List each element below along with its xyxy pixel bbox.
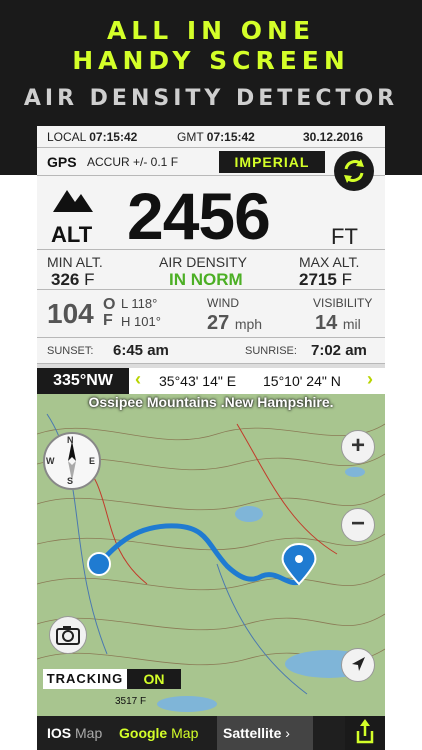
topo-map[interactable]: Ossipee Mountains .New Hampshire. N E S W +… (37, 394, 385, 716)
tab-satellite-label: Sattellite (223, 725, 282, 741)
compass-letter: W (46, 456, 55, 466)
camera-icon (56, 626, 80, 645)
latitude-display: 35°43' 14" E (159, 373, 237, 389)
sync-button[interactable] (334, 151, 374, 191)
gps-accuracy: ACCUR +/- 0.1 F (87, 155, 179, 169)
compass-letter: E (89, 456, 96, 466)
mountain-icon (53, 190, 93, 212)
map-scale: 3517 F (115, 696, 147, 707)
chevron-right-icon[interactable]: › (367, 369, 373, 390)
wind-value: 27 (207, 312, 230, 334)
tab-google-label: Google (119, 725, 168, 741)
map-location-title: Ossipee Mountains .New Hampshire. (88, 394, 334, 410)
high-temp: 101° (134, 314, 161, 329)
low-temp: 118° (131, 296, 158, 311)
air-density-label: AIR DENSITY (159, 254, 247, 270)
local-time-label: LOCAL (47, 130, 86, 144)
navigation-bar: 335°NW ‹ 35°43' 14" E 15°10' 24" N › (37, 368, 385, 394)
location-arrow-icon (352, 657, 365, 671)
share-icon (356, 719, 374, 744)
wind-label: WIND (207, 296, 239, 310)
air-density-value: IN NORM (169, 270, 243, 289)
gmt-time-label: GMT (177, 130, 204, 144)
altitude-value: 2456 (127, 179, 271, 253)
locate-me-button[interactable] (341, 648, 375, 682)
date-display: 30.12.2016 (303, 130, 364, 144)
max-alt-unit: F (341, 270, 352, 289)
chevron-right-icon: › (285, 725, 290, 741)
compass-letter: N (67, 435, 74, 445)
tracking-state[interactable]: ON (127, 669, 181, 689)
zoom-in-button[interactable]: + (341, 430, 375, 464)
sunrise-label: SUNRISE: (245, 345, 297, 357)
max-alt-label: MAX ALT. (299, 254, 360, 270)
sun-row: SUNSET: 6:45 am SUNRISE: 7:02 am (37, 338, 385, 364)
altitude-stats-row: MIN ALT. 326 F AIR DENSITY IN NORM MAX A… (37, 250, 385, 290)
tab-satellite[interactable]: Sattellite › (217, 716, 313, 750)
tab-ios-label: IOS (47, 725, 72, 741)
tab-ios-map-word: Map (75, 725, 103, 741)
max-alt-value: 2715 (299, 270, 337, 289)
gps-label: GPS (47, 154, 77, 170)
tab-google-map-word: Map (171, 725, 199, 741)
low-temp-label: L (121, 296, 128, 311)
altitude-label: ALT (51, 222, 93, 247)
tab-ios-map[interactable]: IOS Map (47, 716, 102, 750)
tracking-label: TRACKING (43, 669, 127, 689)
promo-headline-line1: ALL IN ONE (106, 16, 316, 45)
gmt-time: 07:15:42 (206, 130, 255, 144)
wind-unit: mph (234, 316, 263, 332)
sunset-time: 6:45 am (113, 342, 169, 359)
map-type-bar: IOS Map Google Map Sattellite › (37, 716, 385, 750)
sunrise-time: 7:02 am (311, 342, 367, 359)
temperature-unit: F (103, 312, 113, 329)
compass-letter: S (67, 476, 74, 486)
altitude-block: ALT 2456 FT (37, 176, 385, 253)
weather-row: 104 O F L 118° H 101° WIND 27 mph VISIBI… (37, 290, 385, 338)
altitude-unit: FT (331, 224, 358, 249)
tab-google-map[interactable]: Google Map (119, 716, 198, 750)
sunset-label: SUNSET: (47, 345, 94, 357)
chevron-left-icon[interactable]: ‹ (135, 369, 141, 390)
longitude-display: 15°10' 24" N (263, 373, 341, 389)
promo-headline-line2: HANDY SCREEN (72, 46, 350, 75)
visibility-unit: mil (342, 316, 361, 332)
high-temp-label: H (121, 314, 131, 329)
app-screen: LOCAL 07:15:42 GMT 07:15:42 30.12.2016 G… (37, 126, 385, 750)
temperature-value: 104 (47, 298, 94, 329)
min-alt-unit: F (84, 270, 95, 289)
unit-mode-toggle[interactable]: IMPERIAL (219, 151, 325, 173)
camera-button[interactable] (49, 616, 87, 654)
visibility-value: 14 (315, 312, 338, 334)
compass-widget[interactable]: N E S W (43, 432, 101, 490)
visibility-label: VISIBILITY (313, 296, 373, 310)
min-alt-value: 326 (51, 270, 80, 289)
sync-icon (344, 159, 364, 183)
heading-display: 335°NW (37, 368, 129, 394)
promo-subtitle: AIR DENSITY DETECTOR (23, 86, 399, 111)
min-alt-label: MIN ALT. (47, 254, 103, 270)
share-button[interactable] (345, 716, 385, 750)
local-time: 07:15:42 (89, 130, 138, 144)
time-row: LOCAL 07:15:42 GMT 07:15:42 30.12.2016 (37, 126, 385, 148)
gps-row: GPS ACCUR +/- 0.1 F IMPERIAL (37, 148, 385, 176)
zoom-out-button[interactable]: − (341, 508, 375, 542)
